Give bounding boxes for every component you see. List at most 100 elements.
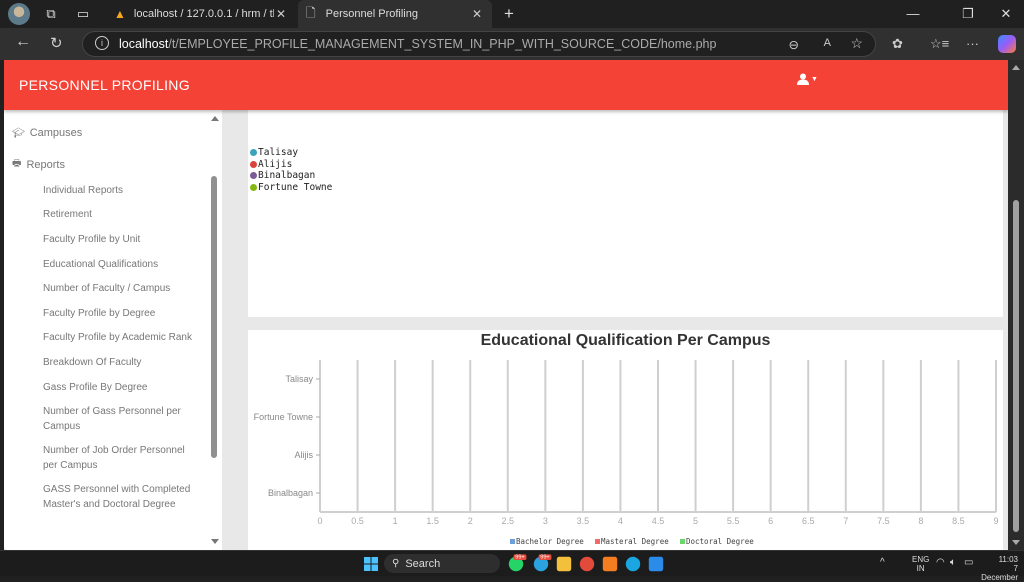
sidebar-sub-gass-masters-doctoral[interactable]: GASS Personnel with Completed Master's a… [43,482,198,512]
minimize-button[interactable]: — [905,6,921,21]
legend-label: Doctoral Degree [686,537,754,546]
x-tick-label: 5.5 [727,516,740,526]
favorites-icon[interactable]: ☆≡ [930,36,949,52]
battery-icon[interactable]: ▭ [964,558,973,568]
taskbar-app-edge[interactable] [625,556,641,572]
taskbar-app-vscode[interactable] [648,556,664,572]
caret-down-icon: ▼ [811,75,818,83]
user-menu[interactable]: ▼ [797,73,818,85]
refresh-icon[interactable]: ↻ [50,34,63,52]
legend-swatch [510,539,515,544]
workspaces-icon[interactable]: ⧉ [40,3,62,25]
legend-item: Talisay [250,147,332,159]
page-scroll-thumb[interactable] [1013,200,1019,532]
campus-chart-panel: Talisay Alijis Binalbagan Fortune Towne [248,110,1003,317]
notification-badge: 99+ [513,554,527,560]
sidebar-sub-faculty-profile-rank[interactable]: Faculty Profile by Academic Rank [43,330,203,345]
x-tick-label: 3.5 [577,516,590,526]
windows-start-icon[interactable] [364,557,378,571]
read-aloud-icon[interactable]: A [824,37,831,49]
x-tick-label: 0 [317,516,322,526]
y-tick-label: Fortune Towne [254,412,313,422]
graduation-cap-icon: 🎓︎ [12,127,25,139]
scroll-down-arrow-icon[interactable] [1012,540,1020,545]
x-tick-label: 7 [843,516,848,526]
app-brand[interactable]: PERSONNEL PROFILING [19,77,190,93]
sidebar-sub-gass-personnel-campus[interactable]: Number of Gass Personnel per Campus [43,404,193,434]
new-tab-button[interactable]: + [498,3,520,25]
more-options-icon[interactable]: ··· [966,36,979,51]
app-header: PERSONNEL PROFILING ▼ [4,60,1008,110]
sidebar-sub-retirement[interactable]: Retirement [43,207,203,222]
scroll-up-arrow-icon[interactable] [1012,65,1020,70]
scroll-up-arrow-icon[interactable] [211,116,219,121]
back-icon[interactable]: ← [15,33,31,51]
tab-actions-icon[interactable]: ▭ [72,3,94,25]
sidebar-sub-educational-qualifications[interactable]: Educational Qualifications [43,257,203,272]
x-tick-label: 2.5 [502,516,515,526]
notification-badge: 99+ [538,554,552,560]
sidebar-sub-faculty-profile-degree[interactable]: Faculty Profile by Degree [43,306,203,321]
x-tick-label: 4.5 [652,516,665,526]
close-tab-icon[interactable]: ✕ [472,7,482,21]
x-tick-label: 3 [543,516,548,526]
sidebar-sub-number-of-faculty[interactable]: Number of Faculty / Campus [43,281,203,296]
legend-dot-fortune-towne [250,183,257,191]
sidebar-item-campuses[interactable]: 🎓︎ Campuses [12,127,82,139]
x-tick-label: 8.5 [952,516,965,526]
favorite-star-icon[interactable]: ☆ [850,35,863,52]
sidebar-sub-faculty-profile-unit[interactable]: Faculty Profile by Unit [43,232,203,247]
sidebar-scroll-thumb[interactable] [211,176,217,458]
tab-phpmyadmin[interactable]: ▲ localhost / 127.0.0.1 / hrm / tbl_p ✕ [106,0,296,28]
taskbar-search[interactable]: ⚲ Search [384,554,500,573]
close-tab-icon[interactable]: ✕ [276,7,286,21]
restore-button[interactable]: ❐ [960,6,976,22]
y-tick-label: Binalbagan [268,488,313,498]
wifi-icon[interactable]: ◠ [936,558,945,568]
taskbar-app-file-explorer[interactable] [556,556,572,572]
sidebar-sub-individual-reports[interactable]: Individual Reports [43,183,203,198]
phpmyadmin-icon: ▲ [114,7,126,21]
x-tick-label: 1 [393,516,398,526]
legend-swatch [595,539,600,544]
taskbar-app-telegram[interactable]: 99+ [533,554,552,572]
page-scrollbar[interactable] [1008,60,1024,550]
x-tick-label: 8 [918,516,923,526]
copilot-icon[interactable] [998,35,1016,53]
x-tick-label: 6 [768,516,773,526]
x-tick-label: 5 [693,516,698,526]
legend-dot-alijis [250,160,257,168]
url-input[interactable]: i localhost/t/EMPLOYEE_PROFILE_MANAGEMEN… [82,31,876,57]
zoom-out-icon[interactable]: ⊖ [789,37,799,52]
volume-icon[interactable]: 🔈︎ [950,558,956,568]
taskbar-app-chrome[interactable] [579,556,595,572]
sidebar-sub-job-order-campus[interactable]: Number of Job Order Personnel per Campus [43,443,193,473]
x-tick-label: 0.5 [351,516,364,526]
scroll-down-arrow-icon[interactable] [211,539,219,544]
taskbar-app-xampp[interactable] [602,556,618,572]
legend-swatch [680,539,685,544]
x-tick-label: 7.5 [877,516,890,526]
print-icon: 🖶 [12,158,22,169]
sidebar-sub-breakdown-faculty[interactable]: Breakdown Of Faculty [43,355,203,370]
info-icon[interactable]: i [95,36,109,50]
sidebar-sub-gass-profile-degree[interactable]: Gass Profile By Degree [43,380,203,395]
profile-avatar[interactable] [8,3,30,25]
page-icon: 🗋 [306,5,316,20]
y-tick-label: Alijis [294,450,313,460]
x-tick-label: 4 [618,516,623,526]
close-window-button[interactable]: ✕ [998,6,1014,22]
tab-personnel-profiling[interactable]: 🗋 Personnel Profiling ✕ [298,0,492,28]
legend-dot-talisay [250,149,257,157]
show-hidden-icons[interactable]: ^ [880,558,885,568]
clock[interactable]: 11:03 7 December [978,555,1018,582]
taskbar: ⚲ Search 99+ 99+ ^ ENG IN ◠ 🔈︎ ▭ 11:03 7 De… [0,550,1024,582]
extensions-icon[interactable]: ✿ [892,36,903,52]
language-indicator[interactable]: ENG IN [912,555,929,573]
x-tick-label: 1.5 [426,516,439,526]
sidebar-scrollbar[interactable] [208,110,222,550]
taskbar-app-whatsapp[interactable]: 99+ [508,554,527,572]
sidebar-item-reports[interactable]: 🖶 Reports [12,156,65,173]
x-tick-label: 2 [468,516,473,526]
browser-tab-bar: ⧉ ▭ ▲ localhost / 127.0.0.1 / hrm / tbl_… [0,0,1024,28]
